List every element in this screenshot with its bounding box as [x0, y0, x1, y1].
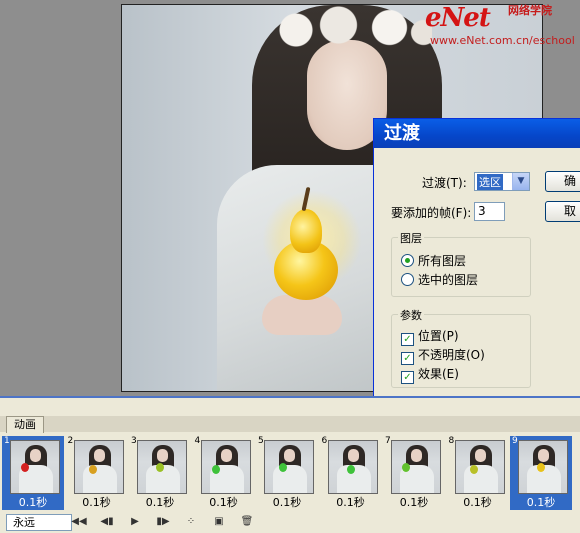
frame-thumbnail: [10, 440, 60, 494]
frame-number: 8: [448, 436, 455, 446]
radio-checked-icon: [401, 254, 414, 267]
animation-frame[interactable]: 5 0.1秒: [256, 436, 318, 510]
watermark-url: www.eNet.com.cn/eschool: [430, 34, 575, 47]
frame-strip: 1 0.1秒 2 0.1秒 3 0.1秒 4 0.1秒 5 0.1秒 6 0.1秒 7 0.1秒 8 0.1秒…: [2, 436, 580, 510]
frame-thumbnail: [518, 440, 568, 494]
frames-to-add-label: 要添加的帧(F):: [391, 206, 472, 220]
dialog-title: 过渡: [374, 119, 580, 148]
duplicate-frame-icon[interactable]: ▣: [210, 515, 228, 529]
animation-frame[interactable]: 9 0.1秒: [510, 436, 572, 510]
radio-unchecked-icon: [401, 273, 414, 286]
trash-icon[interactable]: 🗑: [238, 515, 256, 529]
frame-fruit: [156, 463, 164, 472]
frame-fruit: [402, 463, 410, 472]
frame-delay[interactable]: 0.1秒: [193, 494, 255, 510]
layers-group: 图层 所有图层 选中的图层: [391, 230, 531, 297]
cancel-button[interactable]: 取: [545, 201, 580, 222]
tween-with-label: 过渡(T):: [422, 176, 467, 190]
frame-number: 9: [512, 436, 518, 446]
frame-delay[interactable]: 0.1秒: [256, 494, 318, 510]
checkbox-checked-icon: ✓: [401, 333, 414, 346]
animation-frame[interactable]: 4 0.1秒: [193, 436, 255, 510]
frame-number: 1: [4, 436, 10, 446]
frame-thumbnail: [264, 440, 314, 494]
animation-frame[interactable]: 1 0.1秒: [2, 436, 64, 510]
frame-thumbnail: [454, 440, 505, 494]
loop-select[interactable]: 永远: [6, 514, 72, 531]
animation-panel: 动画 1 0.1秒 2 0.1秒 3 0.1秒 4 0.1秒 5 0.1秒 6 0.1秒 7 0.1秒 8 0…: [0, 396, 580, 533]
params-group: 参数 ✓ 位置(P) ✓ 不透明度(O) ✓ 效果(E): [391, 307, 531, 388]
frame-delay[interactable]: 0.1秒: [510, 494, 572, 510]
ok-button[interactable]: 确: [545, 171, 580, 192]
animation-controls: 永远 ◀◀ ◀▮ ▶ ▮▶ ⁘ ▣ 🗑: [0, 512, 580, 533]
watermark-logo: eNet: [425, 3, 491, 33]
check-position-label: 位置(P): [418, 329, 459, 343]
frame-fruit: [211, 465, 220, 474]
checkbox-checked-icon: ✓: [401, 371, 414, 384]
animation-frame[interactable]: 7 0.1秒: [383, 436, 445, 510]
frame-delay[interactable]: 0.1秒: [66, 494, 128, 510]
radio-selected-layers-label: 选中的图层: [418, 273, 479, 287]
frame-fruit: [537, 463, 545, 472]
tween-dialog: 过渡 过渡(T): 选区 ▼ 要添加的帧(F): 3 确 取 图层 所有图层 选…: [373, 118, 580, 410]
check-effects-label: 效果(E): [418, 367, 459, 381]
prev-frame-icon[interactable]: ◀▮: [98, 515, 116, 529]
frame-fruit: [279, 463, 287, 472]
play-icon[interactable]: ▶: [126, 515, 144, 529]
frame-fruit: [88, 465, 97, 474]
frame-number: 6: [321, 436, 328, 446]
frame-delay[interactable]: 0.1秒: [447, 494, 509, 510]
frame-number: 4: [194, 436, 201, 446]
checkbox-checked-icon: ✓: [401, 352, 414, 365]
frame-delay[interactable]: 0.1秒: [2, 494, 64, 510]
frame-thumbnail: [200, 440, 251, 494]
frame-delay[interactable]: 0.1秒: [129, 494, 191, 510]
tween-with-value: 选区: [477, 174, 503, 190]
chevron-down-icon[interactable]: ▼: [512, 173, 529, 190]
radio-selected-layers[interactable]: 选中的图层: [401, 271, 478, 288]
radio-all-layers-label: 所有图层: [418, 254, 467, 268]
tween-with-select[interactable]: 选区 ▼: [474, 172, 530, 191]
frame-number: 5: [258, 436, 264, 446]
animation-frame[interactable]: 2 0.1秒: [66, 436, 128, 510]
frame-thumbnail: [137, 440, 187, 494]
frame-thumbnail: [327, 440, 378, 494]
check-opacity-label: 不透明度(O): [418, 348, 485, 362]
next-frame-icon[interactable]: ▮▶: [154, 515, 172, 529]
frame-number: 2: [67, 436, 74, 446]
frames-to-add-input[interactable]: 3: [474, 202, 505, 221]
radio-all-layers[interactable]: 所有图层: [401, 252, 466, 269]
check-opacity[interactable]: ✓ 不透明度(O): [401, 346, 485, 365]
frame-delay[interactable]: 0.1秒: [320, 494, 382, 510]
layers-group-label: 图层: [398, 230, 424, 246]
animation-frame[interactable]: 3 0.1秒: [129, 436, 191, 510]
frame-fruit: [469, 465, 478, 474]
frame-number: 3: [131, 436, 137, 446]
frame-thumbnail: [73, 440, 124, 494]
watermark-cn: 网络学院: [508, 4, 552, 17]
frame-fruit: [21, 463, 29, 472]
animation-frame[interactable]: 8 0.1秒: [447, 436, 509, 510]
animation-frame[interactable]: 6 0.1秒: [320, 436, 382, 510]
params-group-label: 参数: [398, 307, 424, 323]
photo-hand: [262, 295, 342, 335]
frame-fruit: [346, 465, 355, 474]
tween-icon[interactable]: ⁘: [182, 515, 200, 529]
first-frame-icon[interactable]: ◀◀: [70, 515, 88, 529]
pear-top: [290, 209, 322, 253]
frame-number: 7: [385, 436, 391, 446]
frame-delay[interactable]: 0.1秒: [383, 494, 445, 510]
check-position[interactable]: ✓ 位置(P): [401, 327, 459, 346]
frame-thumbnail: [391, 440, 441, 494]
animation-tabbar: [0, 416, 580, 432]
photo-flower-crown: [262, 5, 432, 55]
tab-animation[interactable]: 动画: [6, 416, 44, 433]
check-effects[interactable]: ✓ 效果(E): [401, 365, 459, 384]
